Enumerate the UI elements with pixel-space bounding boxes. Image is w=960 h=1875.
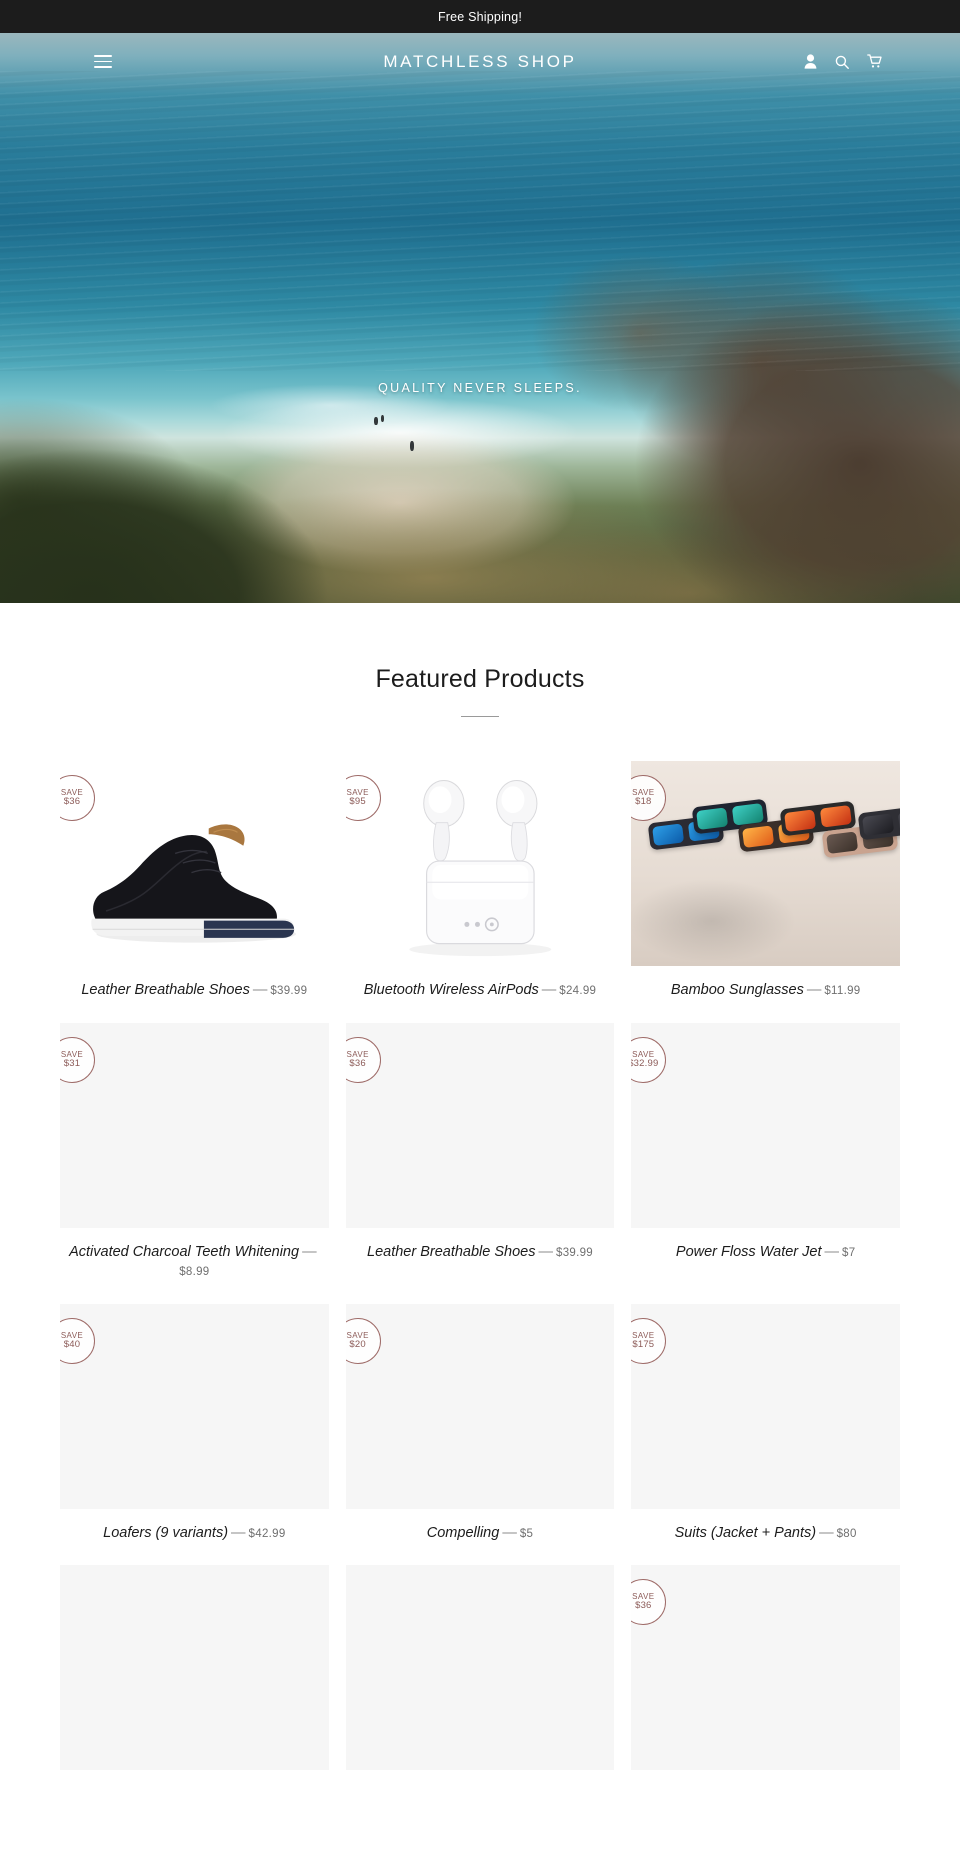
product-price: $7 [842, 1246, 856, 1259]
header-icon-group [804, 54, 882, 69]
product-dash: — [824, 1243, 840, 1260]
featured-products-section: Featured Products SAVE $36 Leather Breatha… [0, 603, 960, 1801]
product-info: Power Floss Water Jet — $7 [631, 1243, 900, 1263]
product-price: $42.99 [248, 1527, 286, 1540]
product-title[interactable]: Power Floss Water Jet [676, 1244, 822, 1260]
save-badge-amount: $18 [635, 796, 652, 808]
product-image[interactable]: SAVE $36 [60, 761, 329, 966]
hero-background-image [0, 33, 960, 603]
product-image[interactable] [60, 1565, 329, 1771]
save-badge: SAVE $175 [631, 1317, 667, 1364]
announcement-text: Free Shipping! [437, 9, 523, 24]
announcement-bar: Free Shipping! [0, 0, 960, 33]
save-badge: SAVE $20 [345, 1317, 381, 1364]
product-image[interactable]: SAVE $36 [345, 1022, 615, 1228]
product-dash: — [252, 982, 268, 998]
product-info: Activated Charcoal Teeth Whitening — $8.99 [60, 1243, 329, 1282]
product-card[interactable] [345, 1565, 615, 1771]
product-image[interactable]: SAVE $31 [60, 1022, 329, 1228]
product-card[interactable]: SAVE $36 [631, 1565, 900, 1771]
section-title: Featured Products [375, 665, 585, 693]
hero-person-figure [381, 415, 384, 422]
hero-person-figure [410, 441, 414, 451]
product-card[interactable]: SAVE $95 Bluetooth Wireless AirPods — $24.99 [345, 761, 615, 1001]
product-price: $11.99 [824, 985, 861, 997]
save-badge: SAVE $36 [631, 1579, 667, 1626]
brand-logo-link[interactable]: MATCHLESS SHOP [383, 52, 576, 71]
product-title[interactable]: Leather Breathable Shoes [367, 1244, 536, 1260]
product-card[interactable]: SAVE $175 Suits (Jacket + Pants) — $80 [631, 1303, 900, 1544]
product-info: Bamboo Sunglasses — $11.99 [631, 981, 900, 1001]
product-image[interactable]: SAVE$32.99 [631, 1022, 900, 1228]
save-badge-amount: $36 [349, 1057, 366, 1069]
hero-person-figure [374, 417, 378, 425]
product-title[interactable]: Bamboo Sunglasses [671, 982, 804, 998]
product-dash: — [502, 1524, 517, 1541]
product-dash: — [231, 1524, 246, 1541]
product-card[interactable]: SAVE $18 Bamboo Sunglasses — $11.99 [631, 761, 900, 1001]
product-card[interactable]: SAVE $31 Activated Charcoal Teeth Whitenin… [60, 1022, 329, 1282]
product-price: $8.99 [179, 1266, 210, 1279]
hamburger-icon[interactable] [94, 55, 112, 68]
product-title[interactable]: Bluetooth Wireless AirPods [364, 982, 539, 998]
product-dash: — [538, 1243, 554, 1260]
product-title[interactable]: Leather Breathable Shoes [81, 982, 250, 998]
product-title[interactable]: Loafers (9 variants) [103, 1525, 228, 1541]
save-badge-amount: $20 [349, 1338, 366, 1350]
product-image[interactable]: SAVE $175 [631, 1303, 900, 1509]
save-badge-amount: $36 [63, 796, 81, 808]
search-icon[interactable] [835, 55, 849, 69]
product-card[interactable]: SAVE $20 Compelling — $5 [345, 1303, 615, 1544]
product-card[interactable]: SAVE $36 Leather Breathable Shoes — $39.99 [60, 761, 329, 1001]
product-image[interactable] [345, 1565, 615, 1771]
product-price: $39.99 [556, 1246, 593, 1259]
product-price: $5 [519, 1527, 534, 1540]
site-header: MATCHLESS SHOP [0, 33, 960, 90]
hero-banner: MATCHLESS SHOP QUALITY NEVER SLEEPS. [0, 33, 960, 603]
product-info: Loafers (9 variants) — $42.99 [60, 1524, 329, 1544]
product-image[interactable]: SAVE $18 [631, 761, 900, 966]
product-price: $24.99 [559, 985, 597, 997]
save-badge: SAVE $36 [345, 1036, 381, 1083]
product-card[interactable]: SAVE $40 Loafers (9 variants) — $42.99 [60, 1303, 329, 1544]
product-info: Bluetooth Wireless AirPods — $24.99 [346, 981, 615, 1001]
product-image[interactable]: SAVE $36 [631, 1565, 900, 1771]
product-grid: SAVE $36 Leather Breathable Shoes — $39.99 S… [60, 761, 900, 1771]
product-image[interactable]: SAVE $40 [60, 1303, 329, 1509]
save-badge-amount: $36 [635, 1600, 652, 1612]
save-badge-amount: $40 [63, 1338, 81, 1350]
cart-icon[interactable] [867, 54, 882, 69]
product-card[interactable]: SAVE $36 Leather Breathable Shoes — $39.99 [345, 1022, 615, 1263]
save-badge: SAVE $31 [60, 1036, 95, 1083]
hero-caption: QUALITY NEVER SLEEPS. [378, 381, 582, 395]
product-title[interactable]: Suits (Jacket + Pants) [675, 1525, 816, 1541]
product-dash: — [819, 1524, 834, 1541]
product-info: Leather Breathable Shoes — $39.99 [60, 981, 329, 1001]
save-badge: SAVE $40 [60, 1317, 95, 1364]
product-title[interactable]: Activated Charcoal Teeth Whitening [69, 1244, 299, 1260]
save-badge-amount: $95 [349, 796, 366, 808]
save-badge-amount: $31 [63, 1057, 81, 1069]
save-badge-amount: $32.99 [631, 1057, 659, 1069]
save-badge: SAVE$32.99 [631, 1036, 667, 1083]
product-image-sunglasses [631, 761, 900, 966]
product-dash: — [806, 982, 822, 998]
product-title[interactable]: Compelling [427, 1525, 500, 1541]
product-image[interactable]: SAVE $20 [345, 1303, 615, 1509]
product-dash: — [541, 982, 557, 998]
product-image-airpods [408, 780, 551, 957]
product-price: $80 [836, 1527, 857, 1540]
product-info: Suits (Jacket + Pants) — $80 [631, 1524, 900, 1544]
product-dash: — [302, 1243, 317, 1260]
section-divider [461, 716, 499, 717]
product-info: Compelling — $5 [346, 1524, 615, 1544]
product-price: $39.99 [270, 985, 308, 997]
product-image-shoe [91, 824, 297, 943]
account-icon[interactable] [804, 54, 817, 69]
product-image[interactable]: SAVE $95 [345, 761, 615, 966]
product-info: Leather Breathable Shoes — $39.99 [346, 1243, 615, 1263]
product-card[interactable]: SAVE$32.99 Power Floss Water Jet—$7 [631, 1022, 900, 1263]
product-card[interactable] [60, 1565, 329, 1771]
save-badge-amount: $175 [632, 1338, 655, 1350]
